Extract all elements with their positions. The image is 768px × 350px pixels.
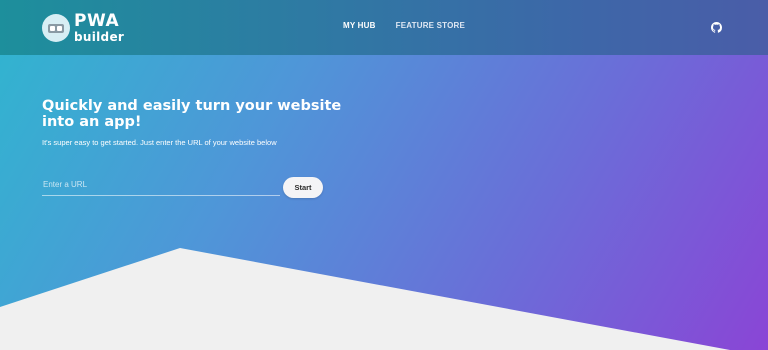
hero-headline: Quickly and easily turn your website int…: [42, 98, 342, 130]
start-button[interactable]: Start: [283, 177, 323, 198]
logo-line1: PWA: [74, 11, 120, 31]
hero-subheadline: It's super easy to get started. Just ent…: [42, 138, 277, 147]
logo-wordmark: PWA builder: [74, 11, 125, 44]
hero-section: PWA builder MY HUB FEATURE STORE Quickly…: [0, 0, 768, 350]
github-icon[interactable]: [711, 22, 722, 33]
logo-line2: builder: [74, 30, 125, 44]
pwa-builder-logo[interactable]: PWA builder: [42, 13, 124, 43]
top-header: PWA builder MY HUB FEATURE STORE: [0, 0, 768, 55]
url-input[interactable]: [42, 174, 280, 196]
nav-my-hub[interactable]: MY HUB: [343, 21, 376, 30]
nav-feature-store[interactable]: FEATURE STORE: [396, 21, 465, 30]
main-nav: MY HUB FEATURE STORE: [343, 21, 465, 30]
logo-icon: [42, 14, 70, 42]
